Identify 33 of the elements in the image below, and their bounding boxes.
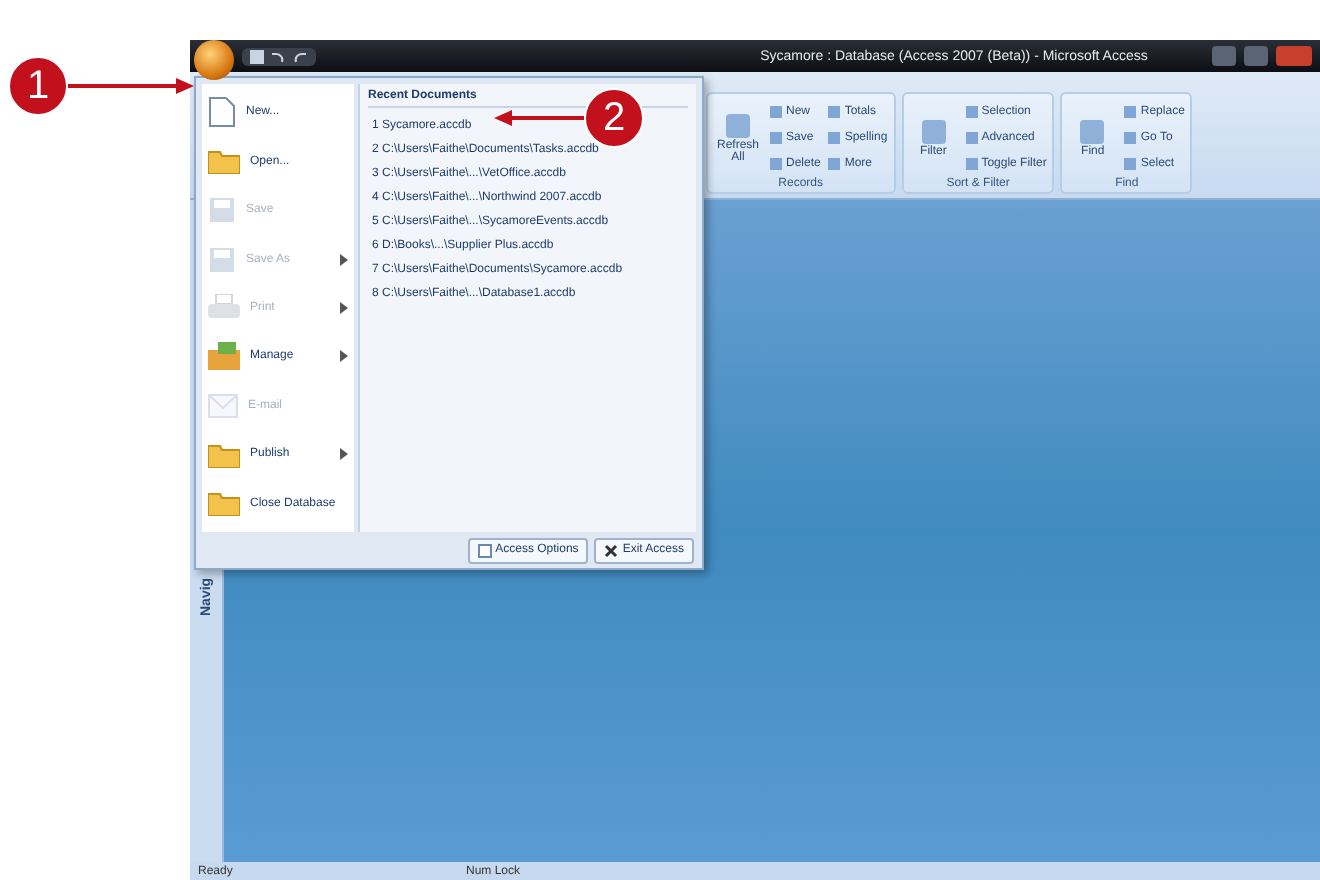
cross-icon: [604, 543, 619, 557]
square-icon: [965, 105, 978, 117]
square-icon: [965, 157, 978, 169]
square-icon: [1124, 105, 1137, 117]
square-icon: [828, 157, 841, 169]
document-icon: [208, 96, 236, 129]
undo-icon[interactable]: [270, 49, 286, 63]
square-icon: [828, 105, 841, 117]
step-number-badge: 1: [8, 56, 68, 116]
folder-icon: [208, 441, 240, 468]
square-icon: [1124, 157, 1137, 169]
submenu-arrow-icon: [340, 448, 348, 461]
square-icon: [1124, 131, 1137, 143]
square-icon: [770, 105, 782, 117]
toolbox-icon: [208, 342, 240, 371]
arrow-icon: [68, 76, 196, 96]
office-button[interactable]: [194, 40, 234, 80]
square-icon: [919, 117, 948, 145]
submenu-arrow-icon: [340, 301, 348, 314]
folder-icon: [208, 490, 240, 517]
submenu-arrow-icon: [340, 350, 348, 363]
square-icon: [770, 157, 782, 169]
square-icon: [965, 131, 978, 143]
square-icon: [828, 131, 841, 143]
submenu-arrow-icon: [340, 253, 348, 266]
square-icon: [770, 131, 782, 143]
square-icon: [724, 111, 752, 139]
envelope-icon: [208, 393, 238, 418]
redo-icon[interactable]: [292, 49, 308, 63]
printer-icon: [208, 293, 240, 322]
square-icon: [1078, 117, 1107, 145]
square-icon: [477, 543, 492, 557]
folder-icon: [208, 148, 240, 175]
